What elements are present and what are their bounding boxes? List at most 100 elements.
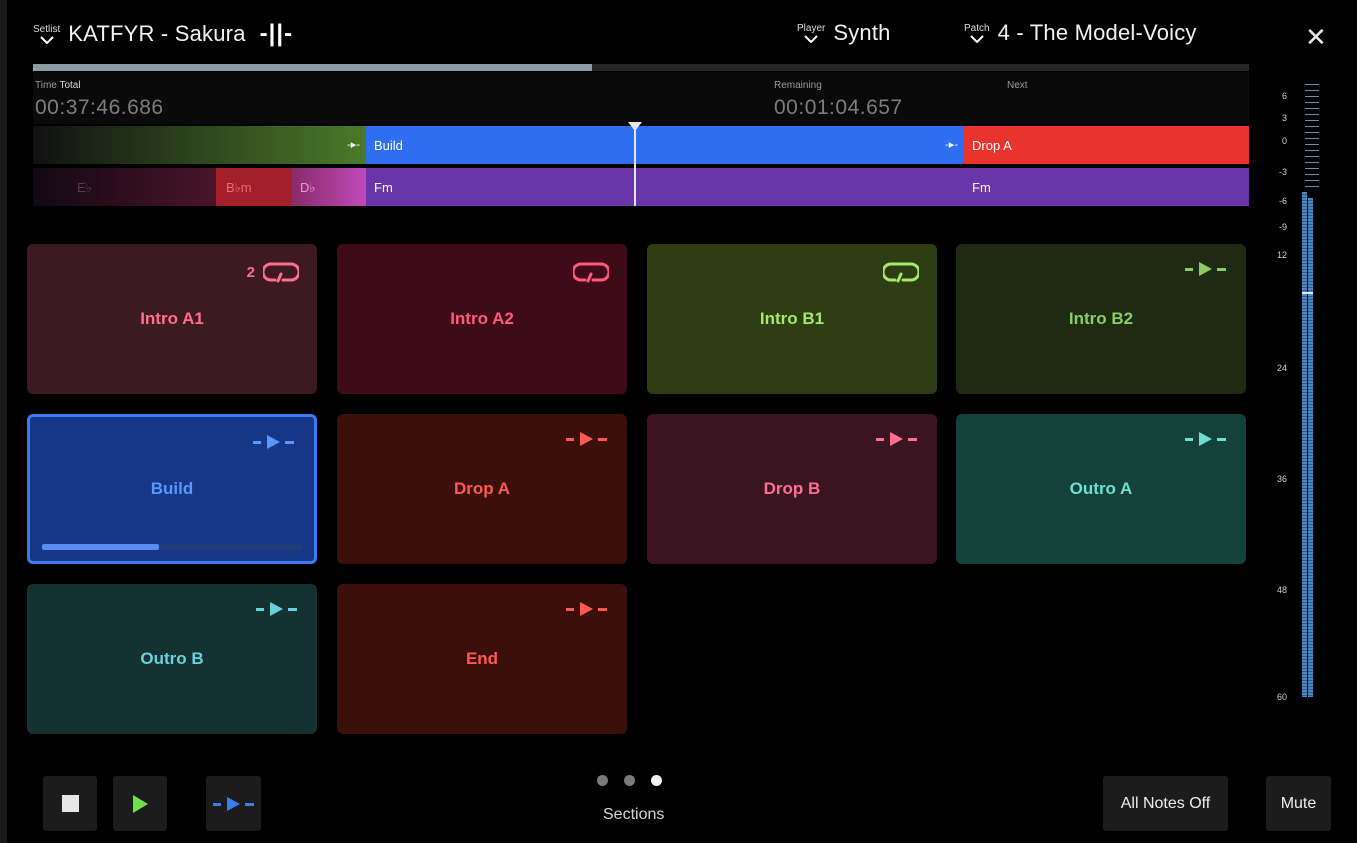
next-section-icon: -▸- [945, 139, 958, 151]
section-segment-previous[interactable]: -▸- [33, 126, 366, 164]
meter-tick [1305, 156, 1319, 157]
pad-icon-group [252, 433, 296, 451]
song-progress-bar[interactable] [33, 64, 1249, 71]
meter-bar-left [1302, 192, 1307, 697]
pad-label: Drop B [763, 479, 821, 498]
meter-tick [1305, 84, 1319, 85]
chevron-down-icon [970, 35, 984, 43]
song-title: KATFYR - Sakura [68, 21, 246, 46]
patch-name: 4 - The Model-Voicy [997, 20, 1197, 45]
player-picker[interactable]: Player Synth [797, 20, 891, 46]
section-pad-intro-b2[interactable]: Intro B2 [956, 244, 1246, 394]
next-section-icon: -▸- [347, 139, 360, 151]
playhead-marker-icon [628, 122, 642, 131]
meter-tick [1305, 168, 1319, 169]
meter-tick [1305, 162, 1319, 163]
meter-scale-label: -3 [1278, 167, 1287, 177]
chevron-down-icon [804, 35, 818, 43]
pad-icon-group [1184, 430, 1228, 448]
pad-icon-group [255, 600, 299, 618]
meter-tick [1305, 174, 1319, 175]
section-pad-outro-b[interactable]: Outro B [27, 584, 317, 734]
meter-scale-label: -6 [1278, 196, 1287, 206]
pad-progress-bar [42, 544, 302, 550]
pad-label: Intro B1 [759, 309, 825, 328]
meter-peak-marker [1302, 292, 1313, 294]
meter-tick [1305, 96, 1319, 97]
chevron-down-icon [39, 36, 54, 44]
setlist-label: Setlist [33, 24, 61, 35]
page-dot[interactable] [597, 775, 608, 786]
next-section-icon [253, 435, 294, 449]
next-section-icon [1185, 262, 1226, 276]
patch-label: Patch [964, 23, 990, 34]
close-icon[interactable]: ✕ [1305, 22, 1327, 53]
pad-icon-group [565, 430, 609, 448]
section-track: -▸- Build -▸- Drop A [33, 126, 1249, 164]
next-section-icon [1185, 432, 1226, 446]
section-pad-intro-b1[interactable]: Intro B1 [647, 244, 937, 394]
pad-icon-group [565, 600, 609, 618]
stop-button[interactable] [43, 776, 97, 831]
beat-indicator: -||- [259, 20, 294, 47]
patch-picker[interactable]: Patch 4 - The Model-Voicy [964, 20, 1197, 46]
pad-label: Intro A1 [140, 309, 204, 328]
arrangement-timeline[interactable]: -▸- Build -▸- Drop A E♭ B♭m D♭ Fm Fm [33, 122, 1249, 206]
page-dot[interactable] [651, 775, 662, 786]
meter-tick [1305, 186, 1319, 187]
meter-scale-label: -9 [1278, 222, 1287, 232]
chord-segment: D♭ [292, 168, 366, 206]
meter-tick [1305, 120, 1319, 121]
pad-icon-group [883, 260, 919, 284]
loop-icon [263, 262, 299, 283]
loop-icon [573, 262, 609, 283]
section-pad-end[interactable]: End [337, 584, 627, 734]
setlist-picker[interactable]: Setlist KATFYR - Sakura -||- [33, 20, 293, 48]
chord-segment: B♭m [216, 168, 292, 206]
page-indicator[interactable] [597, 775, 662, 786]
page-dot[interactable] [624, 775, 635, 786]
section-pad-intro-a1[interactable]: 2 Intro A1 [27, 244, 317, 394]
play-icon [133, 794, 148, 813]
play-button[interactable] [113, 776, 167, 831]
section-pad-intro-a2[interactable]: Intro A2 [337, 244, 627, 394]
meter-tick [1305, 144, 1319, 145]
mute-button[interactable]: Mute [1266, 776, 1331, 831]
time-caption: Time [35, 80, 57, 91]
next-section-icon [566, 602, 607, 616]
section-pad-drop-a[interactable]: Drop A [337, 414, 627, 564]
pad-icon-group [875, 430, 919, 448]
chord-label: Fm [374, 180, 393, 195]
meter-tick [1305, 102, 1319, 103]
total-time: 00:37:46.686 [35, 96, 164, 119]
pad-progress-fill [42, 544, 159, 550]
total-caption: Total [59, 80, 81, 91]
pad-label: Build [150, 479, 194, 498]
section-segment-label: Drop A [972, 138, 1012, 153]
time-label: Time Total [35, 80, 81, 91]
pad-label: Outro A [1069, 479, 1133, 498]
meter-scale-label: 12 [1276, 250, 1287, 260]
remaining-label: Remaining [774, 80, 822, 91]
stop-icon [61, 795, 79, 812]
chord-label: Fm [972, 180, 991, 195]
pad-label: Drop A [453, 479, 511, 498]
section-pad-drop-b[interactable]: Drop B [647, 414, 937, 564]
section-pad-outro-a[interactable]: Outro A [956, 414, 1246, 564]
section-segment-build[interactable]: Build -▸- [366, 126, 964, 164]
loop-icon [883, 262, 919, 283]
meter-tick [1305, 114, 1319, 115]
pad-label: Intro A2 [450, 309, 514, 328]
next-section-icon [212, 796, 254, 811]
next-section-button[interactable] [206, 776, 261, 831]
meter-scale-label: 48 [1276, 585, 1287, 595]
meter-bar-right [1308, 198, 1313, 697]
repeat-count: 2 [246, 263, 255, 281]
playhead[interactable] [628, 122, 642, 206]
section-segment-drop-a[interactable]: Drop A [964, 126, 1249, 164]
meter-tick [1305, 150, 1319, 151]
section-pad-build[interactable]: Build [27, 414, 317, 564]
pad-icon-group [1184, 260, 1228, 278]
level-meter: 6 3 0 -3 -6 -9 12 24 36 48 60 [1269, 80, 1329, 702]
all-notes-off-button[interactable]: All Notes Off [1103, 776, 1228, 831]
